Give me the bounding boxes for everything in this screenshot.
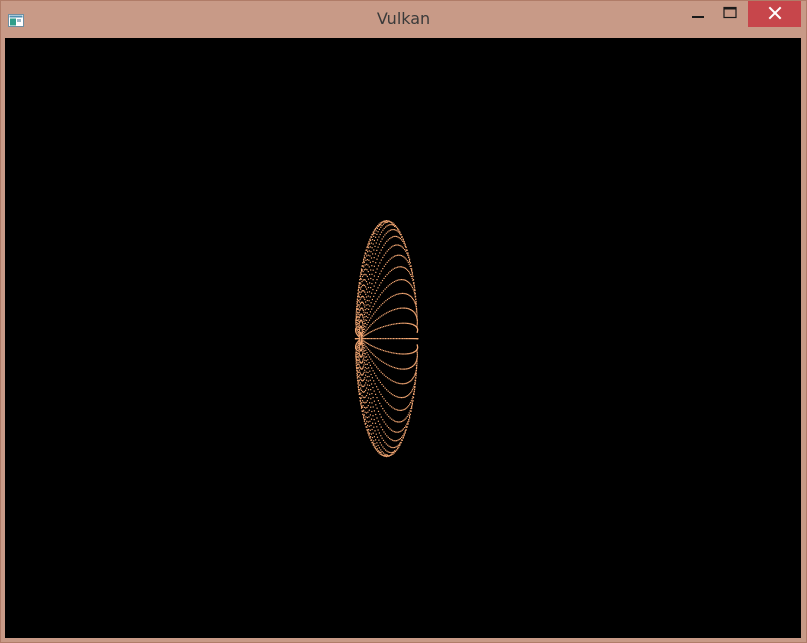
minimize-icon [691, 5, 705, 24]
application-window: Vulkan [0, 0, 807, 643]
point-cloud-sphere [354, 220, 419, 458]
title-bar[interactable]: Vulkan [1, 1, 806, 37]
maximize-button[interactable] [715, 1, 745, 28]
sphere-points [354, 220, 419, 458]
close-button[interactable] [748, 1, 801, 27]
minimize-button[interactable] [684, 1, 712, 28]
vulkan-render-surface[interactable] [5, 38, 801, 638]
maximize-icon [723, 5, 737, 24]
close-icon [768, 5, 782, 24]
